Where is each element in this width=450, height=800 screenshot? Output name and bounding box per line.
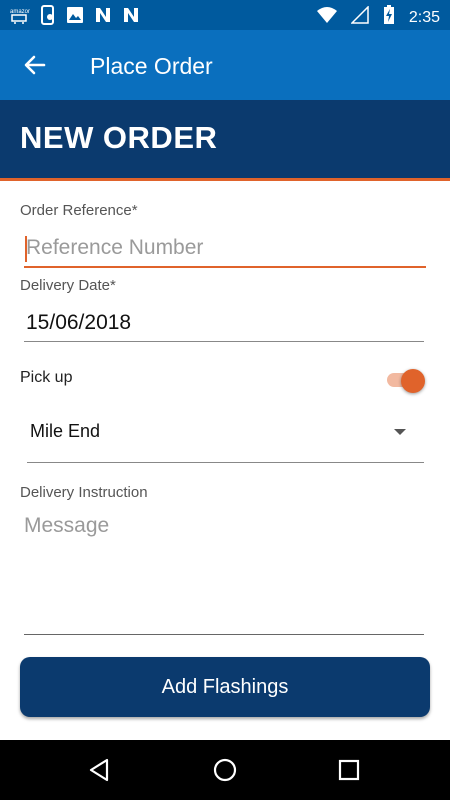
nav-back-button[interactable] [84, 754, 116, 786]
image-icon [66, 6, 84, 29]
pickup-label: Pick up [20, 369, 73, 386]
status-bar: amazon 2:35 [0, 0, 450, 30]
delivery-date-label: Delivery Date* [20, 277, 116, 294]
delivery-instruction-label: Delivery Instruction [20, 484, 148, 501]
status-time: 2:35 [408, 8, 440, 26]
section-banner: NEW ORDER [0, 100, 450, 181]
signal-icon [350, 5, 369, 29]
system-nav-bar [0, 740, 450, 800]
order-reference-input[interactable] [24, 230, 426, 268]
nav-recents-button[interactable] [333, 754, 365, 786]
n-app-icon [122, 6, 140, 29]
text-cursor [25, 236, 27, 262]
system-icons: 2:35 [316, 5, 440, 30]
battery-charging-icon [383, 5, 395, 30]
notification-icons: amazon [10, 5, 140, 30]
nav-home-button[interactable] [209, 754, 241, 786]
page-title: Place Order [90, 53, 213, 79]
recents-square-icon [338, 759, 360, 781]
message-input[interactable] [24, 512, 424, 635]
arrow-left-icon [24, 55, 46, 75]
order-reference-label: Order Reference* [20, 202, 138, 219]
dropdown-arrow-icon [394, 429, 406, 435]
svg-text:amazon: amazon [10, 9, 30, 15]
back-button[interactable] [18, 48, 52, 82]
location-selected-value: Mile End [30, 421, 101, 441]
toggle-thumb [401, 369, 425, 393]
wifi-icon [316, 6, 337, 29]
n-app-icon [94, 6, 112, 29]
app-bar: Place Order [0, 30, 450, 100]
banner-title: NEW ORDER [20, 120, 218, 155]
add-flashings-button[interactable]: Add Flashings [20, 657, 430, 717]
location-dropdown[interactable]: Mile End [27, 407, 424, 463]
delivery-date-field[interactable]: 15/06/2018 [24, 306, 424, 342]
home-circle-icon [213, 758, 237, 782]
phone-alert-icon [40, 5, 56, 30]
amazon-icon: amazon [10, 6, 31, 29]
back-triangle-icon [89, 758, 109, 782]
pickup-toggle[interactable] [385, 369, 427, 393]
